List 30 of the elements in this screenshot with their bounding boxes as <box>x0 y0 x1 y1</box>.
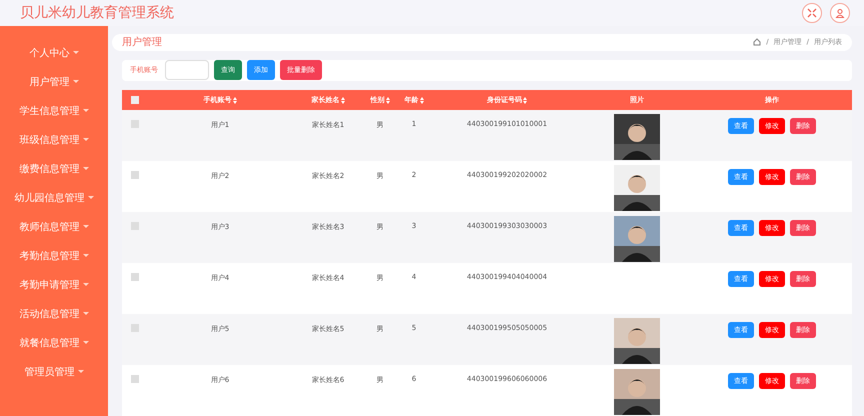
input-field[interactable] <box>165 60 209 80</box>
sidebar-item[interactable]: 幼儿园信息管理 <box>0 183 108 212</box>
checkbox[interactable] <box>131 273 139 281</box>
checkbox[interactable] <box>131 120 139 128</box>
sidebar-item[interactable]: 活动信息管理 <box>0 299 108 328</box>
sidebar-item[interactable]: 班级信息管理 <box>0 125 108 154</box>
sort-icon[interactable] <box>420 96 424 104</box>
app-title: 贝儿米幼儿教育管理系统 <box>20 4 175 22</box>
sidebar-item[interactable]: 考勤信息管理 <box>0 241 108 270</box>
sidebar-item[interactable]: 考勤申请管理 <box>0 270 108 299</box>
sidebar-item[interactable]: 学生信息管理 <box>0 96 108 125</box>
checkbox[interactable] <box>131 324 139 332</box>
checkbox[interactable] <box>131 375 139 383</box>
user-icon[interactable] <box>830 3 850 23</box>
sidebar-item[interactable]: 用户管理 <box>0 67 108 96</box>
sort-icon[interactable] <box>340 96 344 104</box>
home-icon[interactable] <box>753 38 762 46</box>
sort-icon[interactable] <box>523 96 527 104</box>
checkbox[interactable] <box>131 222 139 230</box>
sidebar-item[interactable]: 缴费信息管理 <box>0 154 108 183</box>
page-title: 用户管理 <box>122 36 163 50</box>
sidebar-item[interactable]: 就餐信息管理 <box>0 328 108 357</box>
fullscreen-icon[interactable] <box>802 3 822 23</box>
checkbox[interactable] <box>131 96 139 104</box>
checkbox[interactable] <box>131 171 139 179</box>
sidebar-item[interactable]: 教师信息管理 <box>0 212 108 241</box>
sort-icon[interactable] <box>386 96 390 104</box>
sort-icon[interactable] <box>232 96 236 104</box>
sidebar-item[interactable]: 管理员管理 <box>0 357 108 386</box>
sidebar-item[interactable]: 个人中心 <box>0 38 108 67</box>
